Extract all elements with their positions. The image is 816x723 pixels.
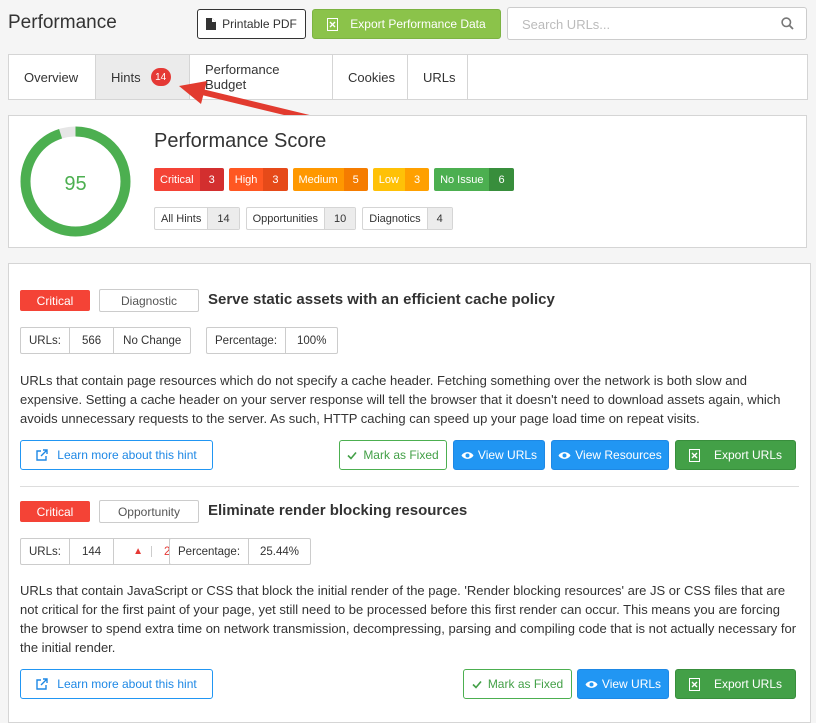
hint-title: Eliminate render blocking resources	[208, 502, 468, 519]
mark-as-fixed-label: Mark as Fixed	[487, 677, 564, 691]
hint-type-label: Opportunity	[99, 500, 199, 523]
search-input[interactable]	[520, 16, 774, 33]
percentage-value: 100%	[297, 334, 327, 347]
check-icon	[347, 451, 357, 460]
tab-bar: Overview Hints 14 Performance Budget Coo…	[8, 54, 808, 100]
severity-count: 6	[489, 168, 514, 191]
printable-pdf-label: Printable PDF	[222, 17, 297, 31]
excel-file-icon	[327, 17, 339, 31]
view-urls-label: View URLs	[477, 448, 538, 462]
search-icon[interactable]	[781, 17, 794, 35]
filter-opportunities[interactable]: Opportunities 10	[245, 207, 357, 230]
export-performance-data-label: Export Performance Data	[350, 17, 486, 31]
filter-label: Opportunities	[252, 212, 319, 225]
hint-description: URLs that contain JavaScript or CSS that…	[20, 583, 797, 655]
severity-count: 3	[263, 168, 288, 191]
view-urls-button[interactable]: View URLs	[453, 440, 545, 470]
eye-icon	[558, 451, 571, 460]
mark-as-fixed-button[interactable]: Mark as Fixed	[463, 669, 572, 699]
severity-summary: Critical 3 High 3 Medium 5 Low 3 No Issue 6	[154, 168, 514, 191]
score-value: 95	[64, 173, 86, 195]
eye-icon	[585, 680, 598, 689]
external-link-icon	[36, 449, 48, 461]
mark-as-fixed-button[interactable]: Mark as Fixed	[339, 440, 447, 470]
score-title: Performance Score	[154, 130, 327, 152]
severity-medium-badge[interactable]: Medium 5	[292, 168, 368, 191]
learn-more-label: Learn more about this hint	[57, 677, 197, 691]
view-urls-label: View URLs	[601, 677, 662, 691]
search-box	[507, 7, 807, 40]
severity-count: 3	[199, 168, 224, 191]
severity-low-badge[interactable]: Low 3	[372, 168, 430, 191]
filter-count: 10	[324, 208, 356, 229]
export-urls-label: Export URLs	[713, 448, 783, 462]
severity-label: No Issue	[434, 168, 490, 191]
view-urls-button[interactable]: View URLs	[577, 669, 669, 699]
hint-title: Serve static assets with an efficient ca…	[208, 291, 555, 308]
filter-count: 14	[207, 208, 239, 229]
page-title: Performance	[8, 12, 117, 33]
percentage-stat: Percentage: 100%	[206, 327, 339, 354]
excel-file-icon	[688, 448, 700, 462]
severity-no-issue-badge[interactable]: No Issue 6	[434, 168, 514, 191]
excel-file-icon	[688, 677, 700, 691]
view-resources-label: View Resources	[575, 448, 662, 462]
tab-urls[interactable]: URLs	[408, 55, 468, 99]
tab-label: Hints	[111, 69, 141, 85]
printable-pdf-button[interactable]: Printable PDF	[197, 9, 306, 39]
severity-label: Medium	[292, 168, 344, 191]
filter-label: All Hints	[161, 212, 202, 225]
export-performance-data-button[interactable]: Export Performance Data	[312, 9, 501, 39]
document-icon	[206, 18, 217, 30]
urls-count: 144	[70, 539, 115, 564]
tab-label: Overview	[24, 69, 79, 85]
hint-filters: All Hints 14 Opportunities 10 Diagnotics 4	[154, 207, 453, 230]
learn-more-label: Learn more about this hint	[57, 448, 197, 462]
urls-label: URLs:	[21, 328, 70, 353]
tab-label: URLs	[423, 69, 456, 85]
filter-label: Diagnotics	[369, 212, 421, 225]
severity-label: High	[228, 168, 264, 191]
learn-more-button[interactable]: Learn more about this hint	[20, 440, 213, 470]
learn-more-button[interactable]: Learn more about this hint	[20, 669, 213, 699]
hints-count-badge: 14	[150, 68, 171, 86]
export-urls-label: Export URLs	[713, 677, 783, 691]
urls-stat: URLs: 144 ▲ 2	[20, 538, 191, 565]
score-ring: 95	[20, 126, 131, 237]
severity-count: 5	[343, 168, 368, 191]
hint-divider	[20, 486, 799, 487]
urls-change: No Change	[123, 334, 182, 347]
eye-icon	[461, 451, 474, 460]
severity-critical-label: Critical	[20, 501, 90, 522]
hint-description: URLs that contain page resources which d…	[20, 373, 781, 426]
export-urls-button[interactable]: Export URLs	[675, 440, 796, 470]
percentage-stat: Percentage: 25.44%	[169, 538, 312, 565]
severity-high-badge[interactable]: High 3	[228, 168, 288, 191]
severity-critical-badge[interactable]: Critical 3	[154, 168, 224, 191]
severity-label: Critical	[154, 168, 200, 191]
export-urls-button[interactable]: Export URLs	[675, 669, 796, 699]
severity-label: Low	[372, 168, 405, 191]
filter-all-hints[interactable]: All Hints 14	[154, 207, 240, 230]
view-resources-button[interactable]: View Resources	[551, 440, 669, 470]
filter-diagnostics[interactable]: Diagnotics 4	[362, 207, 453, 230]
percentage-label: Percentage:	[170, 539, 250, 564]
percentage-label: Percentage:	[207, 328, 287, 353]
percentage-value: 25.44%	[260, 545, 300, 558]
severity-count: 3	[404, 168, 430, 191]
triangle-up-icon: ▲	[125, 546, 153, 557]
urls-label: URLs:	[21, 539, 70, 564]
check-icon	[472, 680, 482, 689]
external-link-icon	[36, 678, 48, 690]
severity-critical-label: Critical	[20, 290, 90, 311]
mark-as-fixed-label: Mark as Fixed	[363, 448, 439, 462]
hint-type-label: Diagnostic	[99, 289, 199, 312]
filter-count: 4	[426, 208, 452, 229]
urls-count: 566	[70, 328, 115, 353]
urls-stat: URLs: 566 No Change	[20, 327, 192, 354]
tab-overview[interactable]: Overview	[9, 55, 96, 99]
